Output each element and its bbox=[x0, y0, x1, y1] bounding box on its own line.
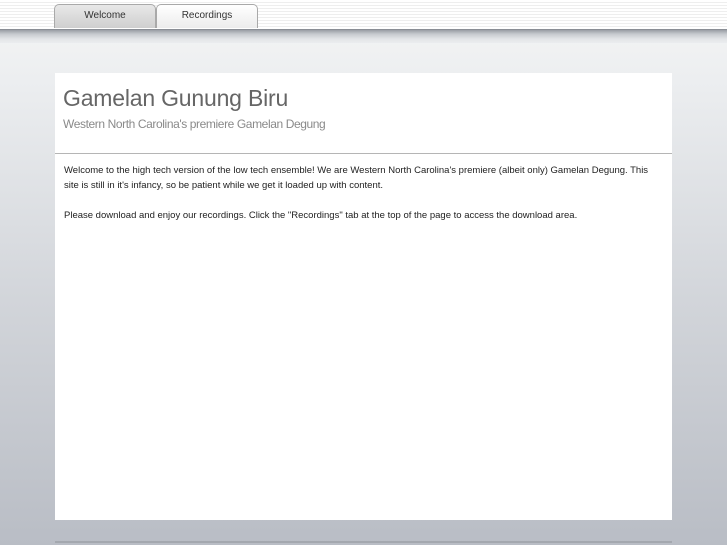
tab-recordings[interactable]: Recordings bbox=[156, 4, 258, 28]
site-header: Gamelan Gunung Biru Western North Caroli… bbox=[55, 73, 672, 154]
header-divider bbox=[0, 29, 727, 43]
welcome-paragraph: Welcome to the high tech version of the … bbox=[64, 165, 649, 191]
site-title: Gamelan Gunung Biru bbox=[63, 85, 289, 111]
tab-welcome[interactable]: Welcome bbox=[54, 4, 156, 28]
main-content: Welcome to the high tech version of the … bbox=[55, 154, 664, 223]
content-panel: Gamelan Gunung Biru Western North Caroli… bbox=[55, 73, 672, 520]
site-subtitle: Western North Carolina's premiere Gamela… bbox=[63, 117, 326, 131]
footer-divider bbox=[55, 541, 672, 543]
download-paragraph: Please download and enjoy our recordings… bbox=[64, 210, 578, 221]
